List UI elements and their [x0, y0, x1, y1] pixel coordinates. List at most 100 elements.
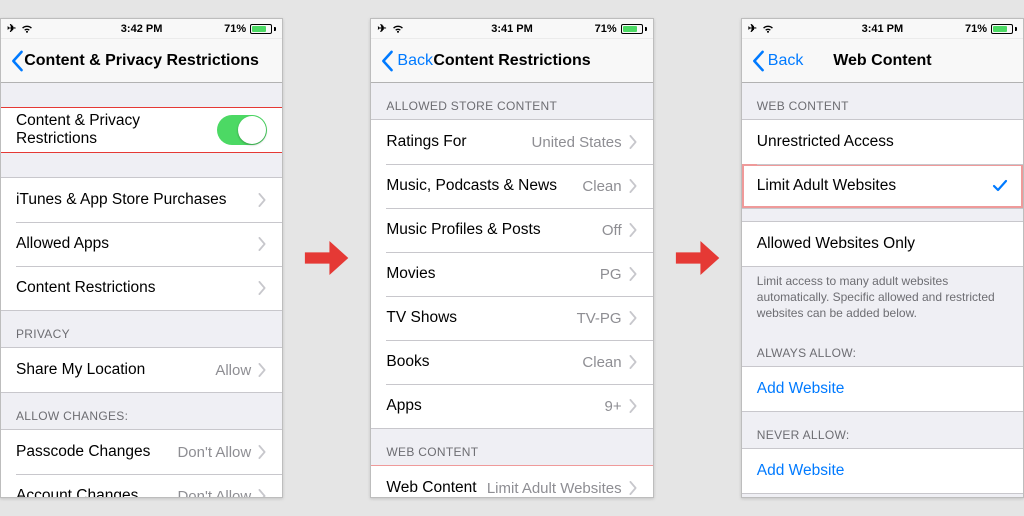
- chevron-right-icon: [257, 281, 267, 295]
- row-itunes-app-store[interactable]: iTunes & App Store Purchases: [1, 178, 282, 222]
- row-content-privacy-toggle[interactable]: Content & Privacy Restrictions: [1, 108, 282, 152]
- row-add-website-always[interactable]: Add Website: [742, 367, 1023, 411]
- row-store-content[interactable]: TV ShowsTV-PG: [371, 296, 652, 340]
- chevron-right-icon: [628, 481, 638, 495]
- status-time: 3:41 PM: [742, 23, 1023, 35]
- chevron-right-icon: [628, 223, 638, 237]
- row-limit-adult-websites[interactable]: Limit Adult Websites: [742, 164, 1023, 208]
- toggle-switch[interactable]: [217, 115, 267, 145]
- row-detail: Limit Adult Websites: [487, 480, 622, 497]
- status-bar: ✈︎ 3:42 PM 71%: [1, 19, 282, 39]
- row-label: Content & Privacy Restrictions: [16, 112, 217, 148]
- content-area: WEB CONTENT Unrestricted Access Limit Ad…: [742, 83, 1023, 497]
- chevron-right-icon: [628, 399, 638, 413]
- status-bar: ✈︎ 3:41 PM 71%: [371, 19, 652, 39]
- row-add-website-never[interactable]: Add Website: [742, 449, 1023, 493]
- row-label: Limit Adult Websites: [757, 177, 992, 195]
- row-label: Account Changes: [16, 487, 177, 497]
- section-header-web: WEB CONTENT: [742, 83, 1023, 119]
- back-button[interactable]: Back: [377, 50, 433, 72]
- arrow-right-icon: [303, 238, 350, 278]
- back-label: Back: [768, 52, 804, 70]
- row-label: Ratings For: [386, 133, 531, 151]
- row-detail: Clean: [582, 178, 621, 195]
- chevron-right-icon: [257, 489, 267, 497]
- row-label: Content Restrictions: [16, 279, 257, 297]
- chevron-right-icon: [628, 267, 638, 281]
- chevron-right-icon: [257, 193, 267, 207]
- chevron-left-icon: [7, 50, 27, 72]
- row-detail: Allow: [215, 362, 251, 379]
- row-label: Unrestricted Access: [757, 133, 1008, 151]
- row-label: Passcode Changes: [16, 443, 177, 461]
- chevron-right-icon: [628, 311, 638, 325]
- row-label: Movies: [386, 265, 600, 283]
- chevron-right-icon: [628, 135, 638, 149]
- row-store-content[interactable]: BooksClean: [371, 340, 652, 384]
- row-detail: Off: [602, 222, 622, 239]
- row-account-changes[interactable]: Account Changes Don't Allow: [1, 474, 282, 497]
- row-label: Books: [386, 353, 582, 371]
- row-detail: Don't Allow: [177, 488, 251, 498]
- back-button[interactable]: [7, 50, 27, 72]
- row-label: TV Shows: [386, 309, 576, 327]
- chevron-right-icon: [628, 179, 638, 193]
- row-allowed-websites-only[interactable]: Allowed Websites Only: [742, 222, 1023, 266]
- section-header-privacy: PRIVACY: [1, 311, 282, 347]
- row-store-content[interactable]: MoviesPG: [371, 252, 652, 296]
- chevron-right-icon: [257, 237, 267, 251]
- status-time: 3:41 PM: [371, 23, 652, 35]
- section-footer: Limit access to many adult websites auto…: [742, 267, 1023, 330]
- back-button[interactable]: Back: [748, 50, 804, 72]
- section-header-never-allow: NEVER ALLOW:: [742, 412, 1023, 448]
- row-label: Music Profiles & Posts: [386, 221, 601, 239]
- content-area: ALLOWED STORE CONTENT Ratings ForUnited …: [371, 83, 652, 497]
- row-passcode-changes[interactable]: Passcode Changes Don't Allow: [1, 430, 282, 474]
- section-header-allow-changes: ALLOW CHANGES:: [1, 393, 282, 429]
- row-share-my-location[interactable]: Share My Location Allow: [1, 348, 282, 392]
- row-store-content[interactable]: Apps9+: [371, 384, 652, 428]
- row-web-content[interactable]: Web Content Limit Adult Websites: [371, 466, 652, 497]
- status-time: 3:42 PM: [1, 23, 282, 35]
- chevron-right-icon: [257, 363, 267, 377]
- navbar: Content & Privacy Restrictions: [1, 39, 282, 83]
- chevron-right-icon: [257, 445, 267, 459]
- page-title: Content & Privacy Restrictions: [24, 52, 259, 70]
- section-header-always-allow: ALWAYS ALLOW:: [742, 330, 1023, 366]
- page-title: Content Restrictions: [433, 52, 590, 70]
- row-label: Web Content: [386, 479, 486, 497]
- chevron-left-icon: [748, 50, 768, 72]
- row-label: Allowed Apps: [16, 235, 257, 253]
- row-label: Apps: [386, 397, 604, 415]
- back-label: Back: [397, 52, 433, 70]
- row-label: Add Website: [757, 380, 1008, 398]
- row-allowed-apps[interactable]: Allowed Apps: [1, 222, 282, 266]
- checkmark-icon: [992, 178, 1008, 194]
- chevron-right-icon: [628, 355, 638, 369]
- row-detail: PG: [600, 266, 622, 283]
- row-label: Add Website: [757, 462, 1008, 480]
- row-label: Music, Podcasts & News: [386, 177, 582, 195]
- row-detail: United States: [532, 134, 622, 151]
- row-unrestricted-access[interactable]: Unrestricted Access: [742, 120, 1023, 164]
- row-store-content[interactable]: Music, Podcasts & NewsClean: [371, 164, 652, 208]
- row-label: Share My Location: [16, 361, 215, 379]
- page-title: Web Content: [833, 52, 931, 70]
- screen-web-content: ✈︎ 3:41 PM 71% Back Web Content WEB CONT…: [741, 18, 1024, 498]
- row-label: iTunes & App Store Purchases: [16, 191, 257, 209]
- row-store-content[interactable]: Music Profiles & PostsOff: [371, 208, 652, 252]
- row-detail: 9+: [605, 398, 622, 415]
- chevron-left-icon: [377, 50, 397, 72]
- row-label: Allowed Websites Only: [757, 235, 1008, 253]
- row-store-content[interactable]: Ratings ForUnited States: [371, 120, 652, 164]
- navbar: Back Web Content: [742, 39, 1023, 83]
- content-area: Content & Privacy Restrictions iTunes & …: [1, 83, 282, 497]
- screen-content-restrictions: ✈︎ 3:41 PM 71% Back Content Restrictions…: [370, 18, 653, 498]
- row-detail: Clean: [582, 354, 621, 371]
- row-content-restrictions[interactable]: Content Restrictions: [1, 266, 282, 310]
- navbar: Back Content Restrictions: [371, 39, 652, 83]
- screen-content-privacy-restrictions: ✈︎ 3:42 PM 71% Content & Privacy Restric…: [0, 18, 283, 498]
- arrow-right-icon: [674, 238, 721, 278]
- row-detail: TV-PG: [577, 310, 622, 327]
- status-bar: ✈︎ 3:41 PM 71%: [742, 19, 1023, 39]
